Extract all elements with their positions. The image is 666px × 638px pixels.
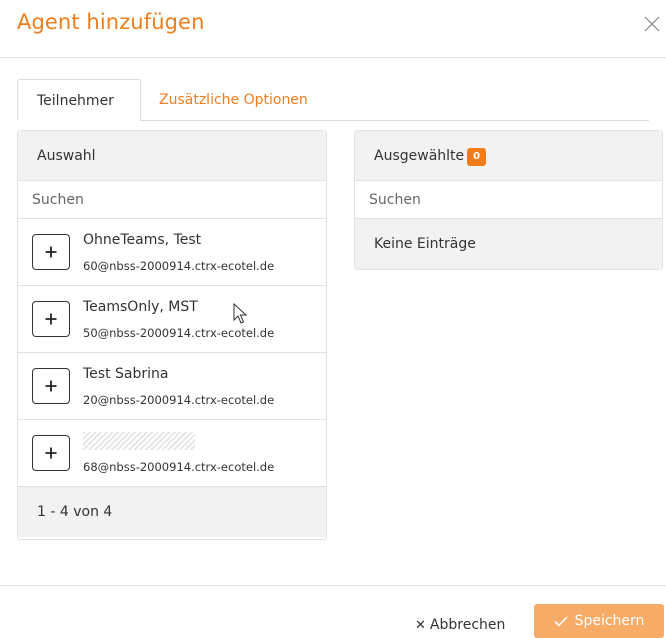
selection-panel: Auswahl OhneTeams, Test 60@nbss-2000914.… (17, 130, 327, 540)
selected-panel: Ausgewählte0 Keine Einträge (354, 130, 663, 270)
tab-participants[interactable]: Teilnehmer (17, 79, 141, 121)
list-item: OhneTeams, Test 60@nbss-2000914.ctrx-eco… (18, 219, 326, 286)
selection-panel-header: Auswahl (18, 131, 326, 181)
item-name: TeamsOnly, MST (83, 299, 198, 315)
close-icon: ✕ (415, 617, 426, 633)
close-icon (644, 16, 660, 32)
save-button[interactable]: Speichern (534, 604, 664, 638)
item-name: OhneTeams, Test (83, 232, 202, 248)
add-item-button[interactable] (32, 301, 70, 337)
list-item: Test Sabrina 20@nbss-2000914.ctrx-ecotel… (18, 353, 326, 420)
add-item-button[interactable] (32, 435, 70, 471)
cancel-button[interactable]: ✕ Abbrechen (415, 612, 505, 638)
selection-search-row (18, 181, 326, 219)
empty-state: Keine Einträge (355, 219, 662, 269)
item-email: 68@nbss-2000914.ctrx-ecotel.de (83, 460, 275, 474)
list-item: TeamsOnly, MST 50@nbss-2000914.ctrx-ecot… (18, 286, 326, 353)
list-item: 68@nbss-2000914.ctrx-ecotel.de (18, 420, 326, 487)
plus-icon (45, 447, 57, 459)
selected-search-row (355, 181, 662, 219)
add-item-button[interactable] (32, 234, 70, 270)
header-divider (0, 57, 666, 58)
tab-additional-options[interactable]: Zusätzliche Optionen (159, 79, 308, 121)
plus-icon (45, 313, 57, 325)
selected-count-badge: 0 (467, 148, 487, 166)
checkmark-icon (554, 615, 568, 627)
redacted-name (83, 432, 195, 450)
item-email: 60@nbss-2000914.ctrx-ecotel.de (83, 259, 275, 273)
pagination-info: 1 - 4 von 4 (18, 487, 326, 537)
plus-icon (45, 246, 57, 258)
item-email: 50@nbss-2000914.ctrx-ecotel.de (83, 326, 275, 340)
dialog-title: Agent hinzufügen (17, 10, 205, 34)
mouse-cursor-icon (233, 303, 248, 324)
footer-divider (0, 585, 666, 586)
selected-panel-header: Ausgewählte 0 (355, 131, 662, 181)
close-button[interactable] (640, 12, 664, 36)
selected-panel-title: Ausgewählte (374, 148, 465, 164)
item-email: 20@nbss-2000914.ctrx-ecotel.de (83, 393, 275, 407)
cancel-label: Abbrechen (429, 617, 506, 633)
selected-search-input[interactable] (355, 181, 662, 218)
selection-search-input[interactable] (18, 181, 326, 218)
plus-icon (45, 380, 57, 392)
save-label: Speichern (574, 613, 645, 629)
item-name: Test Sabrina (83, 366, 169, 382)
add-item-button[interactable] (32, 368, 70, 404)
tab-bar: Teilnehmer Zusätzliche Optionen (17, 79, 649, 121)
